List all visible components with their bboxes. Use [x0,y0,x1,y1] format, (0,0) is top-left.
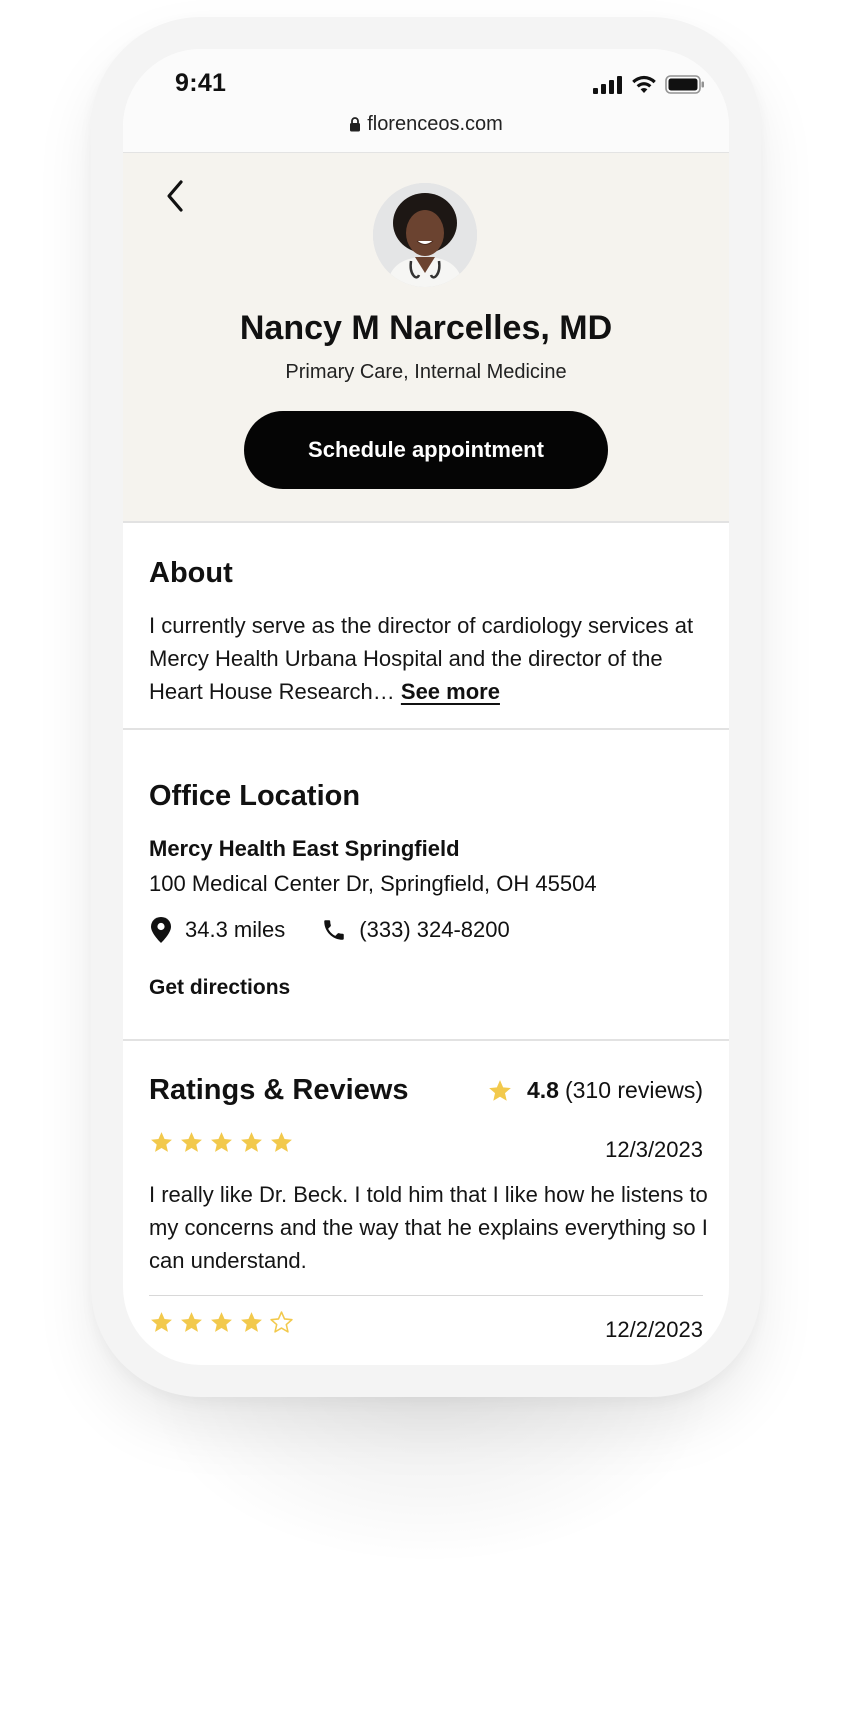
get-directions-link[interactable]: Get directions [149,976,290,1000]
status-time: 9:41 [175,69,227,97]
schedule-appointment-button[interactable]: Schedule appointment [244,411,608,489]
doctor-portrait-illustration [373,183,477,287]
office-name: Mercy Health East Springfield [149,836,460,861]
status-icons [593,75,705,94]
about-title: About [149,557,233,589]
star-filled-icon [181,1132,202,1152]
review-stars [149,1310,294,1335]
review-stars [149,1130,294,1155]
about-divider [123,728,729,730]
review-date: 12/2/2023 [605,1317,703,1342]
about-text: I currently serve as the director of car… [149,609,709,708]
status-bar: 9:41 florenceos.com [123,49,729,153]
office-meta: 34.3 miles (333) 324-8200 [149,916,546,944]
star-filled-icon [211,1132,232,1152]
star-filled-icon [151,1312,172,1332]
doctor-specialties: Primary Care, Internal Medicine [285,361,567,383]
location-pin-icon [151,917,171,943]
lock-icon [350,117,361,132]
battery-icon [665,75,704,94]
star-icon [489,1079,511,1101]
star-filled-icon [241,1312,262,1332]
star-filled-icon [151,1132,172,1152]
phone-icon [324,920,345,940]
back-chevron-icon[interactable] [159,176,193,216]
review-date: 12/3/2023 [605,1137,703,1162]
office-location-title: Office Location [149,780,361,812]
phone-item[interactable]: (333) 324-8200 [321,917,510,943]
doctor-name: Nancy M Narcelles, MD [239,309,613,347]
doctor-header: Nancy M Narcelles, MD Primary Care, Inte… [123,153,729,522]
review-count: (310 reviews) [564,1077,703,1103]
distance-item: 34.3 miles [149,916,285,944]
star-filled-icon [211,1312,232,1332]
average-rating: 4.8 [526,1077,559,1103]
url-text: florenceos.com [367,113,503,135]
phone-screen: 9:41 florenceos.com Nancy M Narcelles, M… [123,49,729,1365]
phone-number[interactable]: (333) 324-8200 [359,917,509,943]
rating-summary: 4.8 (310 reviews) [487,1077,703,1104]
wifi-icon [632,75,656,93]
star-filled-icon [181,1312,202,1332]
office-address: 100 Medical Center Dr, Springfield, OH 4… [149,871,597,896]
address-bar[interactable]: florenceos.com [123,113,729,136]
header-divider [123,521,729,523]
office-divider [123,1039,729,1041]
distance-text: 34.3 miles [185,917,286,942]
signal-icon [593,75,622,94]
star-filled-icon [241,1132,262,1152]
doctor-avatar [373,183,477,287]
review-divider [149,1295,703,1296]
see-more-link[interactable]: See more [401,679,500,704]
ratings-title: Ratings & Reviews [149,1074,409,1106]
star-empty-icon [270,1311,293,1333]
star-filled-icon [271,1132,292,1152]
review-text: I really like Dr. Beck. I told him that … [149,1182,708,1273]
